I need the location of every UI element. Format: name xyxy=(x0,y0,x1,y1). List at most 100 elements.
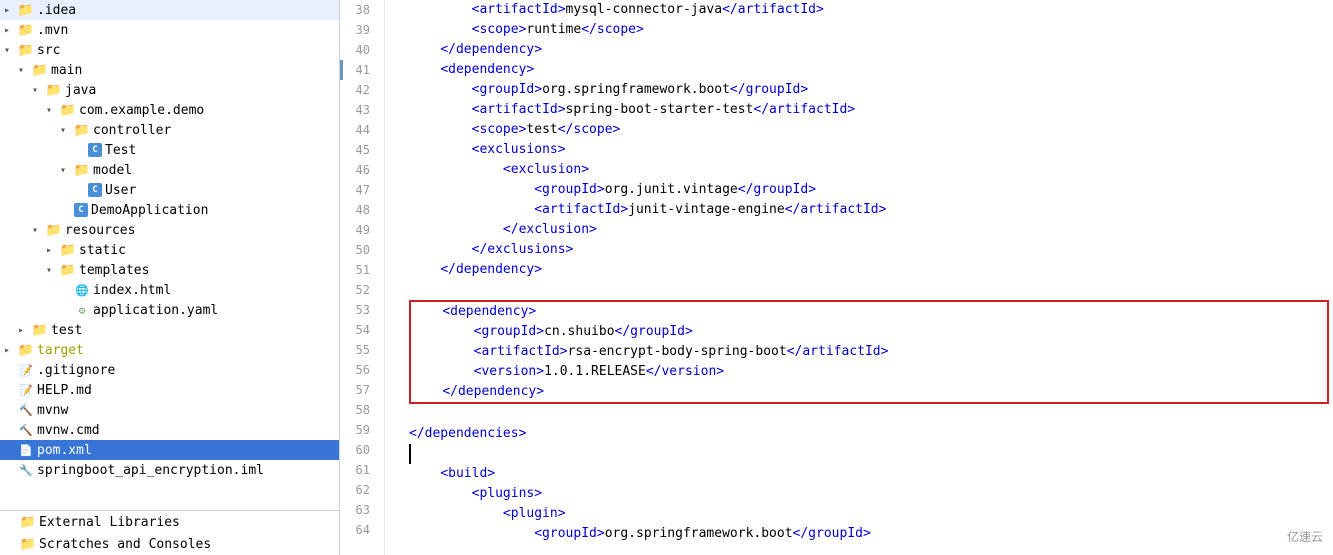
line-num-61: 61 xyxy=(340,460,376,480)
line-num-63: 63 xyxy=(340,500,376,520)
line-num-59: 59 xyxy=(340,420,376,440)
code-line-55: <artifactId>rsa-encrypt-body-spring-boot… xyxy=(411,342,1327,362)
code-line-53: <dependency> xyxy=(411,302,1327,322)
line-num-60: 60 xyxy=(340,440,376,460)
scratches-item[interactable]: 📁 Scratches and Consoles xyxy=(0,533,339,555)
sidebar-item-User[interactable]: CUser xyxy=(0,180,339,200)
sidebar-item-Test[interactable]: CTest xyxy=(0,140,339,160)
sidebar-item-application.yaml[interactable]: ⚙application.yaml xyxy=(0,300,339,320)
code-line-64: <groupId>org.springframework.boot</group… xyxy=(409,524,1333,544)
arrow-com xyxy=(46,105,60,116)
sidebar-item-mvnwcmd[interactable]: 🔨mvnw.cmd xyxy=(0,420,339,440)
line-num-46: 46 xyxy=(340,160,376,180)
sidebar-item-test[interactable]: 📁test xyxy=(0,320,339,340)
line-num-53: 53 xyxy=(340,300,376,320)
sidebar-item-main[interactable]: 📁main xyxy=(0,60,339,80)
label-static: static xyxy=(79,243,126,258)
tree-container: 📁.idea📁.mvn📁src📁main📁java📁com.example.de… xyxy=(0,0,339,480)
sidebar-item-java[interactable]: 📁java xyxy=(0,80,339,100)
code-editor[interactable]: 3839404142434445464748495051525354555657… xyxy=(340,0,1333,555)
sidebar-item-controller[interactable]: 📁controller xyxy=(0,120,339,140)
line-num-45: 45 xyxy=(340,140,376,160)
label-target: target xyxy=(37,343,84,358)
arrow-model xyxy=(60,165,74,176)
code-line-62: <plugins> xyxy=(409,484,1333,504)
sidebar-item-mvnw[interactable]: 🔨mvnw xyxy=(0,400,339,420)
line-numbers: 3839404142434445464748495051525354555657… xyxy=(340,0,385,555)
arrow-resources xyxy=(32,225,46,236)
label-mvn: .mvn xyxy=(37,23,68,38)
arrow-idea xyxy=(4,5,18,16)
line-num-57: 57 xyxy=(340,380,376,400)
sidebar-item-pomxml[interactable]: 📄pom.xml xyxy=(0,440,339,460)
code-line-48: <artifactId>junit-vintage-engine</artifa… xyxy=(409,200,1333,220)
sidebar-item-mvn[interactable]: 📁.mvn xyxy=(0,20,339,40)
label-mvnwcmd: mvnw.cmd xyxy=(37,423,100,438)
label-model: model xyxy=(93,163,132,178)
line-num-51: 51 xyxy=(340,260,376,280)
arrow-target xyxy=(4,345,18,356)
sidebar-item-DemoApplication[interactable]: CDemoApplication xyxy=(0,200,339,220)
code-line-44: <scope>test</scope> xyxy=(409,120,1333,140)
line-num-54: 54 xyxy=(340,320,376,340)
code-line-42: <groupId>org.springframework.boot</group… xyxy=(409,80,1333,100)
line-num-62: 62 xyxy=(340,480,376,500)
external-libraries-item[interactable]: 📁 External Libraries xyxy=(0,511,339,533)
scratches-icon: 📁 xyxy=(20,536,36,552)
sidebar-item-target[interactable]: 📁target xyxy=(0,340,339,360)
line-num-40: 40 xyxy=(340,40,376,60)
sidebar-item-com[interactable]: 📁com.example.demo xyxy=(0,100,339,120)
label-controller: controller xyxy=(93,123,171,138)
line-num-44: 44 xyxy=(340,120,376,140)
label-HELP: HELP.md xyxy=(37,383,92,398)
code-line-60 xyxy=(409,444,1333,464)
code-line-63: <plugin> xyxy=(409,504,1333,524)
sidebar-item-idea[interactable]: 📁.idea xyxy=(0,0,339,20)
code-line-50: </exclusions> xyxy=(409,240,1333,260)
code-line-47: <groupId>org.junit.vintage</groupId> xyxy=(409,180,1333,200)
sidebar-item-static[interactable]: 📁static xyxy=(0,240,339,260)
line-num-42: 42 xyxy=(340,80,376,100)
scratches-label: Scratches and Consoles xyxy=(39,537,211,552)
sidebar-item-gitignore[interactable]: 📝.gitignore xyxy=(0,360,339,380)
sidebar-item-HELP[interactable]: 📝HELP.md xyxy=(0,380,339,400)
line-num-55: 55 xyxy=(340,340,376,360)
label-User: User xyxy=(105,183,136,198)
label-main: main xyxy=(51,63,82,78)
line-num-43: 43 xyxy=(340,100,376,120)
line-num-39: 39 xyxy=(340,20,376,40)
arrow-templates xyxy=(46,265,60,276)
code-line-38: <artifactId>mysql-connector-java</artifa… xyxy=(409,0,1333,20)
sidebar-item-src[interactable]: 📁src xyxy=(0,40,339,60)
line-num-49: 49 xyxy=(340,220,376,240)
code-line-43: <artifactId>spring-boot-starter-test</ar… xyxy=(409,100,1333,120)
file-tree: 📁.idea📁.mvn📁src📁main📁java📁com.example.de… xyxy=(0,0,340,555)
arrow-main xyxy=(18,65,32,76)
sidebar-item-resources[interactable]: 📁resources xyxy=(0,220,339,240)
line-num-52: 52 xyxy=(340,280,376,300)
sidebar-item-model[interactable]: 📁model xyxy=(0,160,339,180)
arrow-java xyxy=(32,85,46,96)
code-area[interactable]: <artifactId>mysql-connector-java</artifa… xyxy=(405,0,1333,555)
sidebar-item-templates[interactable]: 📁templates xyxy=(0,260,339,280)
code-line-45: <exclusions> xyxy=(409,140,1333,160)
sidebar-item-index.html[interactable]: 🌐index.html xyxy=(0,280,339,300)
sidebar-footer: 📁 External Libraries 📁 Scratches and Con… xyxy=(0,510,339,555)
arrow-controller xyxy=(60,125,74,136)
sidebar-item-iml[interactable]: 🔧springboot_api_encryption.iml xyxy=(0,460,339,480)
label-index.html: index.html xyxy=(93,283,171,298)
ext-lib-icon: 📁 xyxy=(20,514,36,530)
highlighted-dependency-box: <dependency> <groupId>cn.shuibo</groupId… xyxy=(409,300,1329,404)
line-num-48: 48 xyxy=(340,200,376,220)
code-line-52 xyxy=(409,280,1333,300)
label-gitignore: .gitignore xyxy=(37,363,115,378)
watermark: 亿速云 xyxy=(1287,528,1323,545)
label-src: src xyxy=(37,43,60,58)
code-line-56: <version>1.0.1.RELEASE</version> xyxy=(411,362,1327,382)
arrow-test xyxy=(18,325,32,336)
code-line-39: <scope>runtime</scope> xyxy=(409,20,1333,40)
label-templates: templates xyxy=(79,263,149,278)
line-num-47: 47 xyxy=(340,180,376,200)
line-num-38: 38 xyxy=(340,0,376,20)
line-num-56: 56 xyxy=(340,360,376,380)
